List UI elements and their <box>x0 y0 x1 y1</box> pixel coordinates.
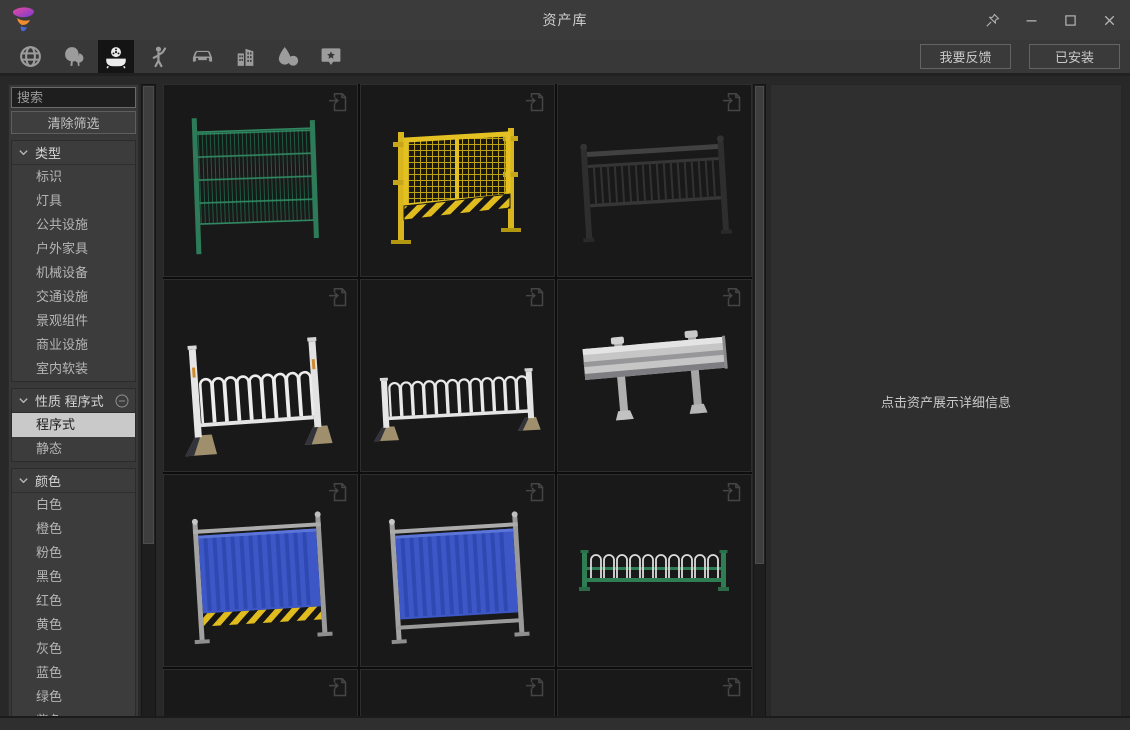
sidebar-scrollbar[interactable] <box>141 84 156 718</box>
asset-tile[interactable] <box>360 84 555 277</box>
asset-tile[interactable] <box>163 84 358 277</box>
detail-placeholder: 点击资产展示详细信息 <box>881 392 1011 411</box>
filter-item[interactable]: 蓝色 <box>12 661 135 685</box>
filter-item[interactable]: 室内软装 <box>12 357 135 381</box>
filter-item[interactable]: 交通设施 <box>12 285 135 309</box>
open-asset-icon[interactable] <box>720 675 744 699</box>
asset-tile[interactable] <box>163 279 358 472</box>
filter-group: 类型标识灯具公共设施户外家具机械设备交通设施景观组件商业设施室内软装 <box>11 140 136 382</box>
character-category-icon[interactable] <box>141 40 177 73</box>
chevron-down-icon <box>18 395 29 406</box>
window-title: 资产库 <box>0 0 1130 40</box>
filter-item[interactable]: 黄色 <box>12 613 135 637</box>
open-asset-icon[interactable] <box>720 285 744 309</box>
asset-tile[interactable] <box>163 474 358 667</box>
asset-tile[interactable] <box>557 279 752 472</box>
filter-group-title: 性质 程序式 <box>35 391 104 410</box>
sign-category-icon[interactable] <box>313 40 349 73</box>
filter-item[interactable]: 静态 <box>12 437 135 461</box>
filter-group-title: 类型 <box>35 143 61 162</box>
filter-item[interactable]: 绿色 <box>12 685 135 709</box>
remove-filter-icon[interactable] <box>115 394 129 408</box>
filter-item[interactable]: 标识 <box>12 165 135 189</box>
minimize-button[interactable] <box>1020 9 1042 31</box>
filter-item[interactable]: 公共设施 <box>12 213 135 237</box>
asset-tile[interactable] <box>360 474 555 667</box>
filter-item[interactable]: 粉色 <box>12 541 135 565</box>
open-asset-icon[interactable] <box>326 675 350 699</box>
filter-item[interactable]: 灰色 <box>12 637 135 661</box>
filter-group-header[interactable]: 颜色 <box>12 469 135 493</box>
installed-button[interactable]: 已安装 <box>1029 44 1120 69</box>
feedback-button[interactable]: 我要反馈 <box>920 44 1011 69</box>
filter-group-title: 颜色 <box>35 471 61 490</box>
asset-tile[interactable] <box>557 474 752 667</box>
filter-group: 颜色白色橙色粉色黑色红色黄色灰色蓝色绿色紫色 <box>11 468 136 718</box>
grid-scrollbar-thumb[interactable] <box>755 86 764 564</box>
open-asset-icon[interactable] <box>326 285 350 309</box>
close-button[interactable] <box>1098 9 1120 31</box>
filter-item[interactable]: 户外家具 <box>12 237 135 261</box>
open-asset-icon[interactable] <box>523 285 547 309</box>
filter-groups: 类型标识灯具公共设施户外家具机械设备交通设施景观组件商业设施室内软装性质 程序式… <box>9 140 138 718</box>
asset-tile[interactable] <box>163 669 358 718</box>
filter-group-header[interactable]: 类型 <box>12 141 135 165</box>
filter-item[interactable]: 黑色 <box>12 565 135 589</box>
pin-icon[interactable] <box>981 9 1003 31</box>
detail-panel: 点击资产展示详细信息 <box>770 84 1122 718</box>
props-category-icon[interactable] <box>98 40 134 73</box>
asset-tile[interactable] <box>360 669 555 718</box>
asset-grid <box>163 84 752 718</box>
open-asset-icon[interactable] <box>523 90 547 114</box>
chevron-down-icon <box>18 147 29 158</box>
search-input[interactable] <box>11 87 136 108</box>
filter-group: 性质 程序式程序式静态 <box>11 388 136 462</box>
chevron-down-icon <box>18 475 29 486</box>
filter-item[interactable]: 橙色 <box>12 517 135 541</box>
filter-item[interactable]: 机械设备 <box>12 261 135 285</box>
toolbar: 我要反馈 已安装 <box>0 40 1130 76</box>
material-category-icon[interactable] <box>270 40 306 73</box>
asset-library-window: 资产库 我要反馈 已安装 <box>0 0 1130 730</box>
world-category-icon[interactable] <box>12 40 48 73</box>
asset-tile[interactable] <box>557 669 752 718</box>
filter-item[interactable]: 商业设施 <box>12 333 135 357</box>
window-controls <box>981 0 1120 40</box>
filter-item[interactable]: 程序式 <box>12 413 135 437</box>
bottom-bar <box>0 716 1130 730</box>
open-asset-icon[interactable] <box>326 480 350 504</box>
filter-item[interactable]: 景观组件 <box>12 309 135 333</box>
toolbar-actions: 我要反馈 已安装 <box>920 44 1120 69</box>
asset-tile[interactable] <box>557 84 752 277</box>
clear-filters-button[interactable]: 清除筛选 <box>11 111 136 134</box>
filter-item[interactable]: 红色 <box>12 589 135 613</box>
open-asset-icon[interactable] <box>720 90 744 114</box>
architecture-category-icon[interactable] <box>227 40 263 73</box>
asset-tile[interactable] <box>360 279 555 472</box>
vehicle-category-icon[interactable] <box>184 40 220 73</box>
grid-scrollbar[interactable] <box>753 84 766 718</box>
open-asset-icon[interactable] <box>523 480 547 504</box>
open-asset-icon[interactable] <box>326 90 350 114</box>
filter-group-header[interactable]: 性质 程序式 <box>12 389 135 413</box>
open-asset-icon[interactable] <box>720 480 744 504</box>
filter-item[interactable]: 灯具 <box>12 189 135 213</box>
sidebar-scrollbar-thumb[interactable] <box>143 86 154 544</box>
workspace: 清除筛选 类型标识灯具公共设施户外家具机械设备交通设施景观组件商业设施室内软装性… <box>0 76 1130 718</box>
filter-item[interactable]: 白色 <box>12 493 135 517</box>
filter-sidebar: 清除筛选 类型标识灯具公共设施户外家具机械设备交通设施景观组件商业设施室内软装性… <box>8 84 139 718</box>
titlebar: 资产库 <box>0 0 1130 40</box>
vegetation-category-icon[interactable] <box>55 40 91 73</box>
maximize-button[interactable] <box>1059 9 1081 31</box>
category-tabs <box>12 40 349 73</box>
open-asset-icon[interactable] <box>523 675 547 699</box>
